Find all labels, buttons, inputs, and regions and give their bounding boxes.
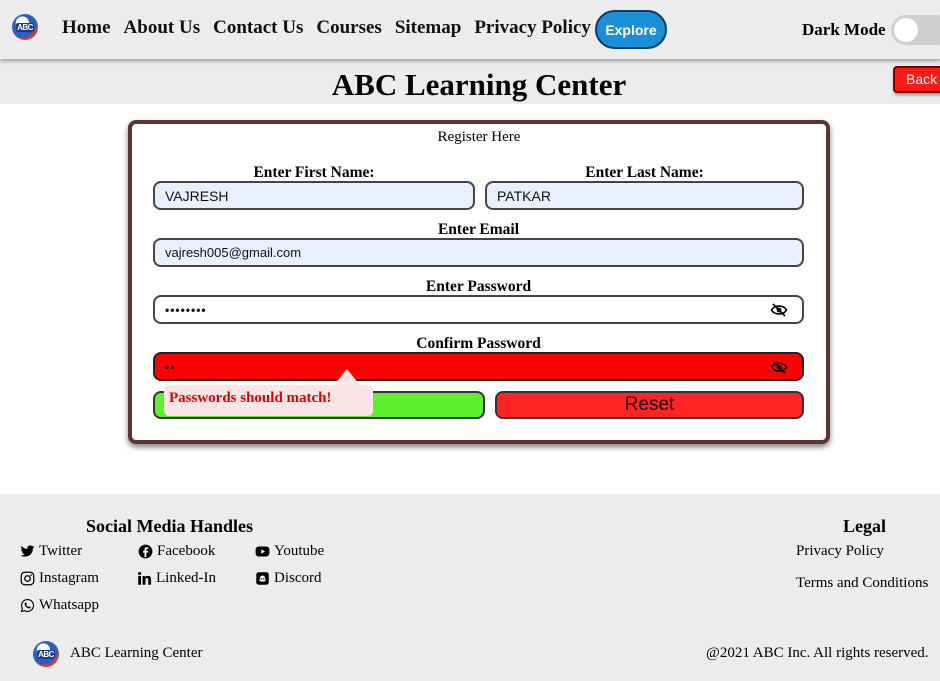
password-field[interactable]: •••••••• xyxy=(153,295,804,324)
legal-heading: Legal xyxy=(843,516,886,536)
nav-links: Home About Us Contact Us Courses Sitemap… xyxy=(62,17,591,39)
page-title: ABC Learning Center xyxy=(331,67,627,102)
last-name-field[interactable]: PATKAR xyxy=(485,181,804,210)
form-title: Register Here xyxy=(437,129,521,145)
social-label-twitter: Twitter xyxy=(39,543,83,559)
youtube-icon xyxy=(255,546,270,557)
social-link-facebook[interactable]: Facebook xyxy=(138,543,215,560)
nav-link-courses[interactable]: Courses xyxy=(316,17,381,39)
legal-link-terms[interactable]: Terms and Conditions xyxy=(796,575,928,592)
discord-icon xyxy=(256,572,269,585)
eye-slash-icon[interactable] xyxy=(770,303,788,317)
first-name-label: Enter First Name: xyxy=(253,164,375,181)
social-label-discord: Discord xyxy=(274,570,322,586)
email-label: Enter Email xyxy=(437,221,520,238)
explore-button[interactable]: Explore xyxy=(595,10,667,49)
legal-link-privacy[interactable]: Privacy Policy xyxy=(796,543,884,560)
social-label-youtube: Youtube xyxy=(274,543,325,559)
reset-button[interactable]: Reset xyxy=(495,391,804,419)
social-link-instagram[interactable]: Instagram xyxy=(20,570,99,587)
linkedin-icon xyxy=(138,571,152,585)
social-link-whatsapp[interactable]: Whatsapp xyxy=(20,597,99,614)
social-label-instagram: Instagram xyxy=(39,570,99,586)
instagram-icon xyxy=(20,571,35,586)
nav-link-home[interactable]: Home xyxy=(62,17,111,39)
footer-abc-logo: ABC xyxy=(33,641,59,667)
first-name-field[interactable]: VAJRESH xyxy=(153,181,475,210)
copyright-text: @2021 ABC Inc. All rights reserved. xyxy=(706,645,929,661)
twitter-icon xyxy=(20,545,35,557)
toggle-knob xyxy=(894,18,918,42)
social-label-linkedin: Linked-In xyxy=(156,570,216,586)
nav-link-privacy[interactable]: Privacy Policy xyxy=(474,17,591,39)
footer-brand-name: ABC Learning Center xyxy=(70,645,203,661)
dark-mode-label: Dark Mode xyxy=(802,20,886,39)
email-field[interactable]: vajresh005@gmail.com xyxy=(153,238,804,267)
password-value: •••••••• xyxy=(165,302,207,317)
dark-mode-toggle[interactable] xyxy=(891,15,940,45)
footer: Social Media Handles Twitter Facebook Yo… xyxy=(0,494,940,681)
eye-slash-icon[interactable] xyxy=(770,360,788,374)
confirm-password-label: Confirm Password xyxy=(416,335,541,352)
social-link-discord[interactable]: Discord xyxy=(255,570,322,587)
confirm-password-value: •• xyxy=(165,359,176,374)
nav-link-sitemap[interactable]: Sitemap xyxy=(395,17,462,39)
facebook-icon xyxy=(138,544,153,559)
navbar: ABC Home About Us Contact Us Courses Sit… xyxy=(0,0,940,59)
social-label-whatsapp: Whatsapp xyxy=(39,597,99,613)
title-bar: ABC Learning Center Back xyxy=(0,59,940,104)
social-link-youtube[interactable]: Youtube xyxy=(255,543,324,560)
social-label-facebook: Facebook xyxy=(157,543,216,559)
back-button[interactable]: Back xyxy=(893,66,940,93)
register-form: Register Here Enter First Name: Enter La… xyxy=(128,120,830,444)
abc-logo[interactable]: ABC xyxy=(12,14,38,40)
error-tooltip-arrow xyxy=(334,369,360,385)
confirm-password-field[interactable]: •• xyxy=(153,352,804,381)
nav-link-contact[interactable]: Contact Us xyxy=(213,17,303,39)
social-link-twitter[interactable]: Twitter xyxy=(20,543,82,560)
social-link-linkedin[interactable]: Linked-In xyxy=(137,570,216,587)
last-name-label: Enter Last Name: xyxy=(585,164,704,181)
password-label: Enter Password xyxy=(425,278,532,295)
social-heading: Social Media Handles xyxy=(86,516,254,536)
nav-link-about[interactable]: About Us xyxy=(124,17,201,39)
error-tooltip: Passwords should match! xyxy=(164,385,373,416)
whatsapp-icon xyxy=(20,598,35,613)
